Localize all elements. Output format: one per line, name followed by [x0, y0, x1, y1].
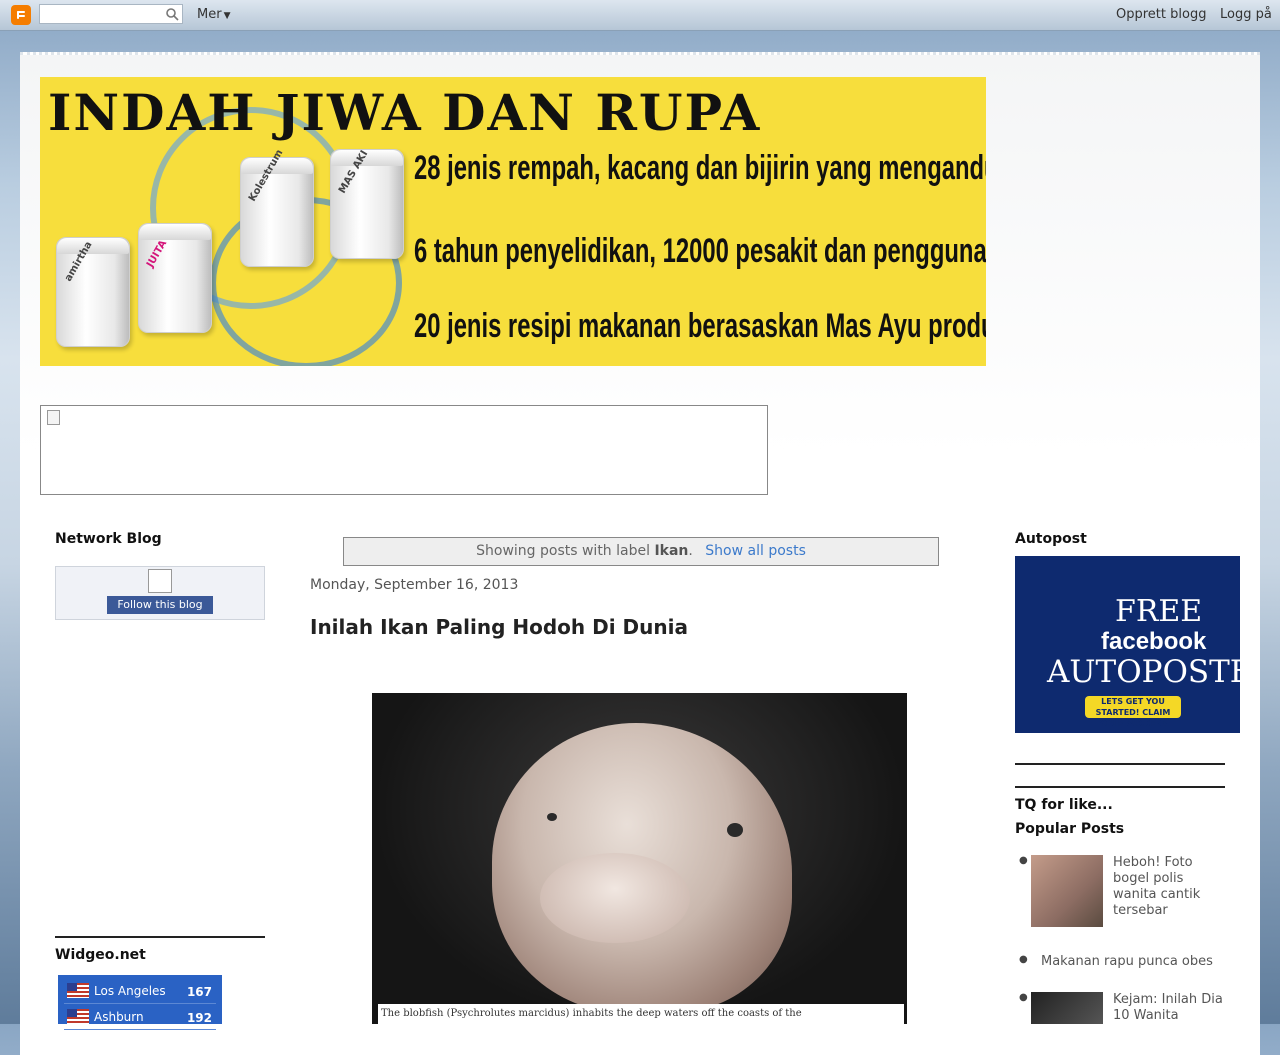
- blobfish-nose: [540, 853, 690, 943]
- popular-post-title[interactable]: Makanan rapu punca obes: [1041, 954, 1241, 970]
- widgeo-heading: Widgeo.net: [55, 947, 146, 963]
- post-thumbnail[interactable]: [1031, 992, 1103, 1024]
- follow-blog-button[interactable]: Follow this blog: [107, 596, 213, 614]
- divider: [1015, 763, 1225, 765]
- post-thumbnail[interactable]: [1031, 855, 1103, 927]
- autopost-facebook-text: facebook: [1101, 628, 1207, 655]
- label-prefix: Showing posts with label: [476, 543, 650, 559]
- popular-post-title[interactable]: Heboh! Foto bogel polis wanita cantik te…: [1113, 855, 1231, 919]
- post-image-blobfish[interactable]: The blobfish (Psychrolutes marcidus) inh…: [372, 693, 907, 1024]
- network-blog-widget: Follow this blog: [55, 566, 265, 620]
- blogger-navbar: Mer ▼ Opprett blogg Logg på: [0, 0, 1280, 31]
- divider: [55, 936, 265, 938]
- network-blog-heading: Network Blog: [55, 531, 162, 547]
- header-banner[interactable]: INDAH JIWA DAN RUPA 28 jenis rempah, kac…: [40, 77, 986, 366]
- autopost-banner[interactable]: FREE facebook AUTOPOSTER LETS GET YOU ST…: [1015, 556, 1240, 733]
- popular-posts-heading: Popular Posts: [1015, 821, 1125, 837]
- autopost-heading: Autopost: [1015, 531, 1087, 547]
- chevron-down-icon: ▼: [223, 11, 231, 21]
- banner-line: 20 jenis resipi makanan berasaskan Mas A…: [414, 307, 986, 345]
- banner-line: 6 tahun penyelidikan, 12000 pesakit dan …: [414, 232, 986, 270]
- banner-line: 28 jenis rempah, kacang dan bijirin yang…: [414, 149, 986, 187]
- bullet: ●: [1019, 992, 1028, 1003]
- autopost-free-text: FREE: [1115, 594, 1203, 629]
- product-jar-image: JUITA: [138, 223, 212, 333]
- blogger-logo-icon[interactable]: [11, 5, 31, 25]
- label-filter-bar: Showing posts with label Ikan. Show all …: [343, 537, 939, 566]
- widgeo-city: Ashburn: [94, 1010, 144, 1024]
- us-flag-icon: [67, 1009, 89, 1024]
- search-icon[interactable]: [165, 7, 179, 21]
- autopost-cta-button[interactable]: LETS GET YOU STARTED! CLAIM YOUR SUCCESS…: [1085, 696, 1181, 733]
- banner-title: INDAH JIWA DAN RUPA: [48, 83, 762, 142]
- widgeo-row: Ashburn 192: [64, 1005, 216, 1030]
- broken-image-icon: [47, 410, 60, 425]
- post-title[interactable]: Inilah Ikan Paling Hodoh Di Dunia: [310, 615, 688, 639]
- bullet: ●: [1019, 954, 1028, 965]
- search-input[interactable]: [39, 4, 183, 24]
- more-menu-label: Mer: [197, 7, 222, 22]
- tq-heading: TQ for like...: [1015, 797, 1113, 813]
- image-caption: The blobfish (Psychrolutes marcidus) inh…: [378, 1004, 904, 1024]
- product-jar-image: Kolestrum: [240, 148, 314, 267]
- divider: [1015, 786, 1225, 788]
- blobfish-eye: [727, 823, 743, 837]
- blobfish-eye: [547, 813, 557, 821]
- autopost-autoposter-text: AUTOPOSTER: [1047, 654, 1240, 690]
- widgeo-count: 192: [186, 1011, 212, 1025]
- ad-banner[interactable]: [40, 405, 768, 495]
- product-jar-image: amirtha: [56, 237, 130, 347]
- us-flag-icon: [67, 983, 89, 998]
- widgeo-row: Los Angeles 167: [64, 979, 216, 1004]
- blog-avatar-icon: [148, 569, 172, 593]
- create-blog-link[interactable]: Opprett blogg: [1116, 7, 1206, 22]
- widgeo-count: 167: [186, 985, 212, 999]
- bullet: ●: [1019, 855, 1028, 866]
- label-name: Ikan: [654, 543, 689, 559]
- popular-post-title[interactable]: Kejam: Inilah Dia 10 Wanita: [1113, 992, 1231, 1024]
- widgeo-widget[interactable]: Los Angeles 167 Ashburn 192: [58, 975, 222, 1030]
- product-jar-image: MAS AKI: [330, 149, 404, 259]
- show-all-posts-link[interactable]: Show all posts: [705, 543, 806, 559]
- widgeo-city: Los Angeles: [94, 984, 166, 998]
- login-link[interactable]: Logg på: [1220, 7, 1272, 22]
- more-menu[interactable]: Mer ▼: [197, 7, 230, 22]
- post-date: Monday, September 16, 2013: [310, 577, 519, 593]
